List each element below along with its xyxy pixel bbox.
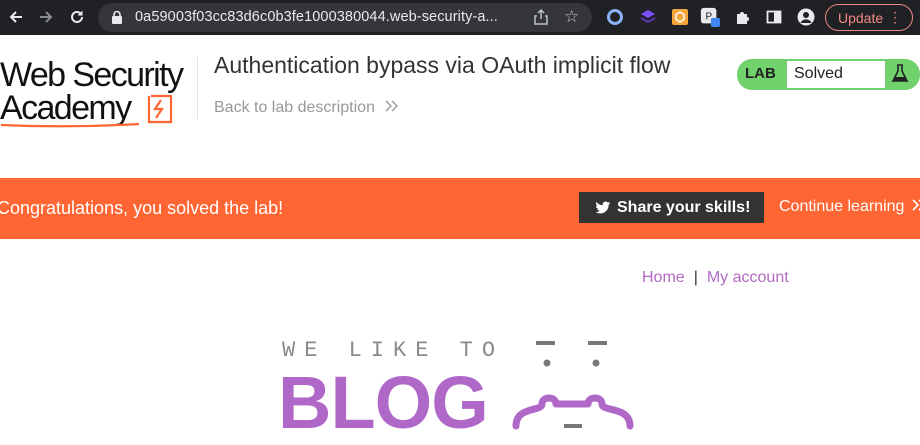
- browser-toolbar: 0a59003f03cc83d6c0b3fe1000380044.web-sec…: [0, 0, 920, 35]
- double-chevron-icon: [385, 100, 399, 112]
- my-account-link[interactable]: My account: [707, 269, 789, 286]
- flask-icon: [891, 64, 909, 82]
- lab-status-widget: LAB Solved: [737, 59, 920, 90]
- reload-icon[interactable]: [63, 3, 91, 31]
- bookmark-star-icon[interactable]: ☆: [564, 7, 579, 27]
- share-skills-label: Share your skills!: [617, 198, 751, 216]
- lab-badge: LAB: [745, 65, 776, 82]
- academy-logo[interactable]: Web Security Academy: [0, 56, 200, 128]
- address-bar[interactable]: 0a59003f03cc83d6c0b3fe1000380044.web-sec…: [98, 3, 592, 32]
- blog-face-icon: [512, 341, 634, 430]
- blog-title: BLOG: [278, 361, 489, 444]
- more-menu-icon[interactable]: ⋮: [888, 9, 902, 26]
- back-link-label: Back to lab description: [214, 99, 375, 116]
- lab-title: Authentication bypass via OAuth implicit…: [214, 52, 671, 78]
- continue-learning-link[interactable]: Continue learning: [779, 198, 920, 216]
- update-button[interactable]: Update ⋮: [825, 4, 913, 31]
- banner-message: Congratulations, you solved the lab!: [0, 198, 284, 218]
- share-skills-button[interactable]: Share your skills!: [579, 192, 764, 223]
- continue-learning-label: Continue learning: [779, 198, 905, 215]
- lab-status-value: Solved: [787, 61, 885, 88]
- profile-avatar-icon[interactable]: [796, 7, 816, 27]
- header-divider: [197, 57, 198, 119]
- logo-underline: [0, 122, 140, 128]
- extension-ring-icon[interactable]: [605, 7, 625, 27]
- solved-banner: Congratulations, you solved the lab! Sha…: [0, 178, 920, 239]
- extension-hex-icon[interactable]: [670, 7, 690, 27]
- extensions-puzzle-icon[interactable]: [733, 7, 753, 27]
- back-to-description-link[interactable]: Back to lab description: [214, 99, 399, 117]
- lock-icon: [112, 10, 122, 24]
- twitter-icon: [595, 201, 611, 213]
- share-page-icon[interactable]: [534, 8, 548, 28]
- logo-bolt-icon: [147, 94, 173, 124]
- forward-arrow-icon[interactable]: [32, 3, 60, 31]
- double-chevron-icon: [912, 199, 920, 211]
- nav-separator: |: [693, 269, 698, 286]
- site-nav: Home | My account: [642, 269, 789, 287]
- update-label: Update: [838, 9, 884, 26]
- home-link[interactable]: Home: [642, 269, 685, 286]
- back-arrow-icon[interactable]: [2, 3, 30, 31]
- extension-badge-icon[interactable]: P: [700, 7, 720, 27]
- side-panel-icon[interactable]: [764, 7, 784, 27]
- url-text[interactable]: 0a59003f03cc83d6c0b3fe1000380044.web-sec…: [135, 9, 498, 25]
- extension-layers-icon[interactable]: [638, 7, 658, 27]
